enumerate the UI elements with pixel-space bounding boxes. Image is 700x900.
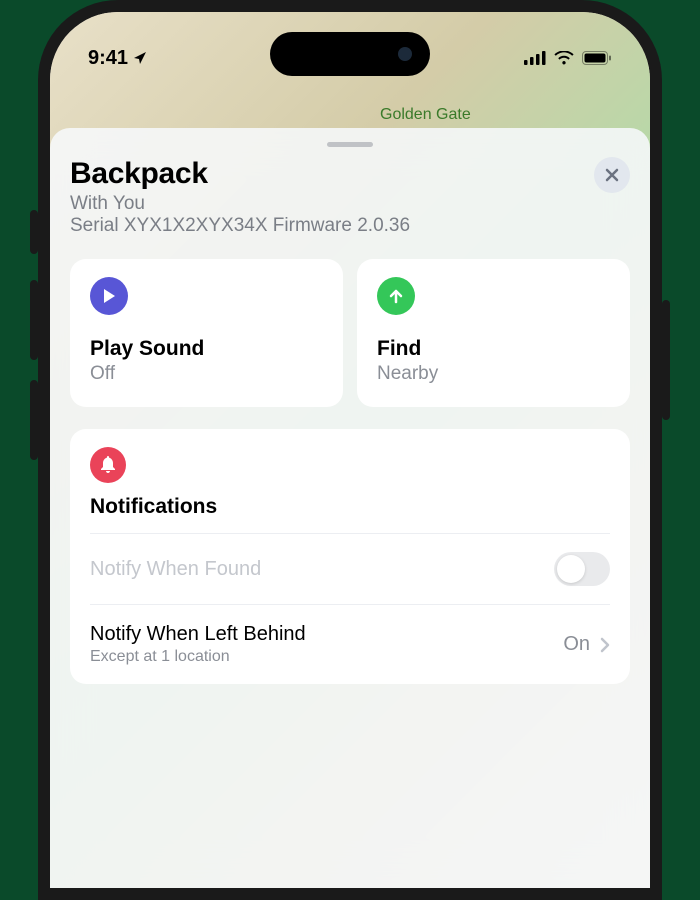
item-detail-sheet: Backpack With You Serial XYX1X2XYX34X Fi… [50, 128, 650, 888]
notifications-section: Notifications Notify When Found Notify W… [70, 429, 630, 684]
wifi-icon [554, 51, 574, 65]
play-icon [90, 277, 128, 315]
play-sound-status: Off [90, 363, 323, 385]
notify-left-behind-label: Notify When Left Behind [90, 623, 306, 646]
dynamic-island [270, 32, 430, 76]
location-arrow-icon [132, 50, 148, 66]
play-sound-label: Play Sound [90, 337, 323, 361]
chevron-right-icon [600, 637, 610, 653]
close-icon [605, 168, 619, 182]
item-title: Backpack [70, 157, 410, 191]
find-label: Find [377, 337, 610, 361]
find-arrow-icon [377, 277, 415, 315]
find-status: Nearby [377, 363, 610, 385]
phone-frame: Golden Gate 9:41 Backpack With You Seria… [38, 0, 662, 900]
notify-left-behind-row[interactable]: Notify When Left Behind Except at 1 loca… [90, 604, 610, 684]
notifications-label: Notifications [90, 495, 610, 533]
close-button[interactable] [594, 157, 630, 193]
battery-icon [582, 51, 612, 65]
notify-when-found-row: Notify When Found [90, 533, 610, 604]
find-card[interactable]: Find Nearby [357, 259, 630, 407]
notify-when-found-label: Notify When Found [90, 558, 261, 581]
status-time: 9:41 [88, 47, 128, 70]
item-location-status: With You [70, 193, 410, 215]
play-sound-card[interactable]: Play Sound Off [70, 259, 343, 407]
sheet-grabber[interactable] [327, 142, 373, 147]
map-poi-label: Golden Gate [380, 106, 471, 124]
item-serial-firmware: Serial XYX1X2XYX34X Firmware 2.0.36 [70, 215, 410, 237]
cellular-icon [524, 51, 546, 65]
notify-left-behind-value: On [563, 633, 590, 656]
notify-when-found-toggle[interactable] [554, 552, 610, 586]
bell-icon [90, 447, 126, 483]
notify-left-behind-sub: Except at 1 location [90, 648, 306, 666]
